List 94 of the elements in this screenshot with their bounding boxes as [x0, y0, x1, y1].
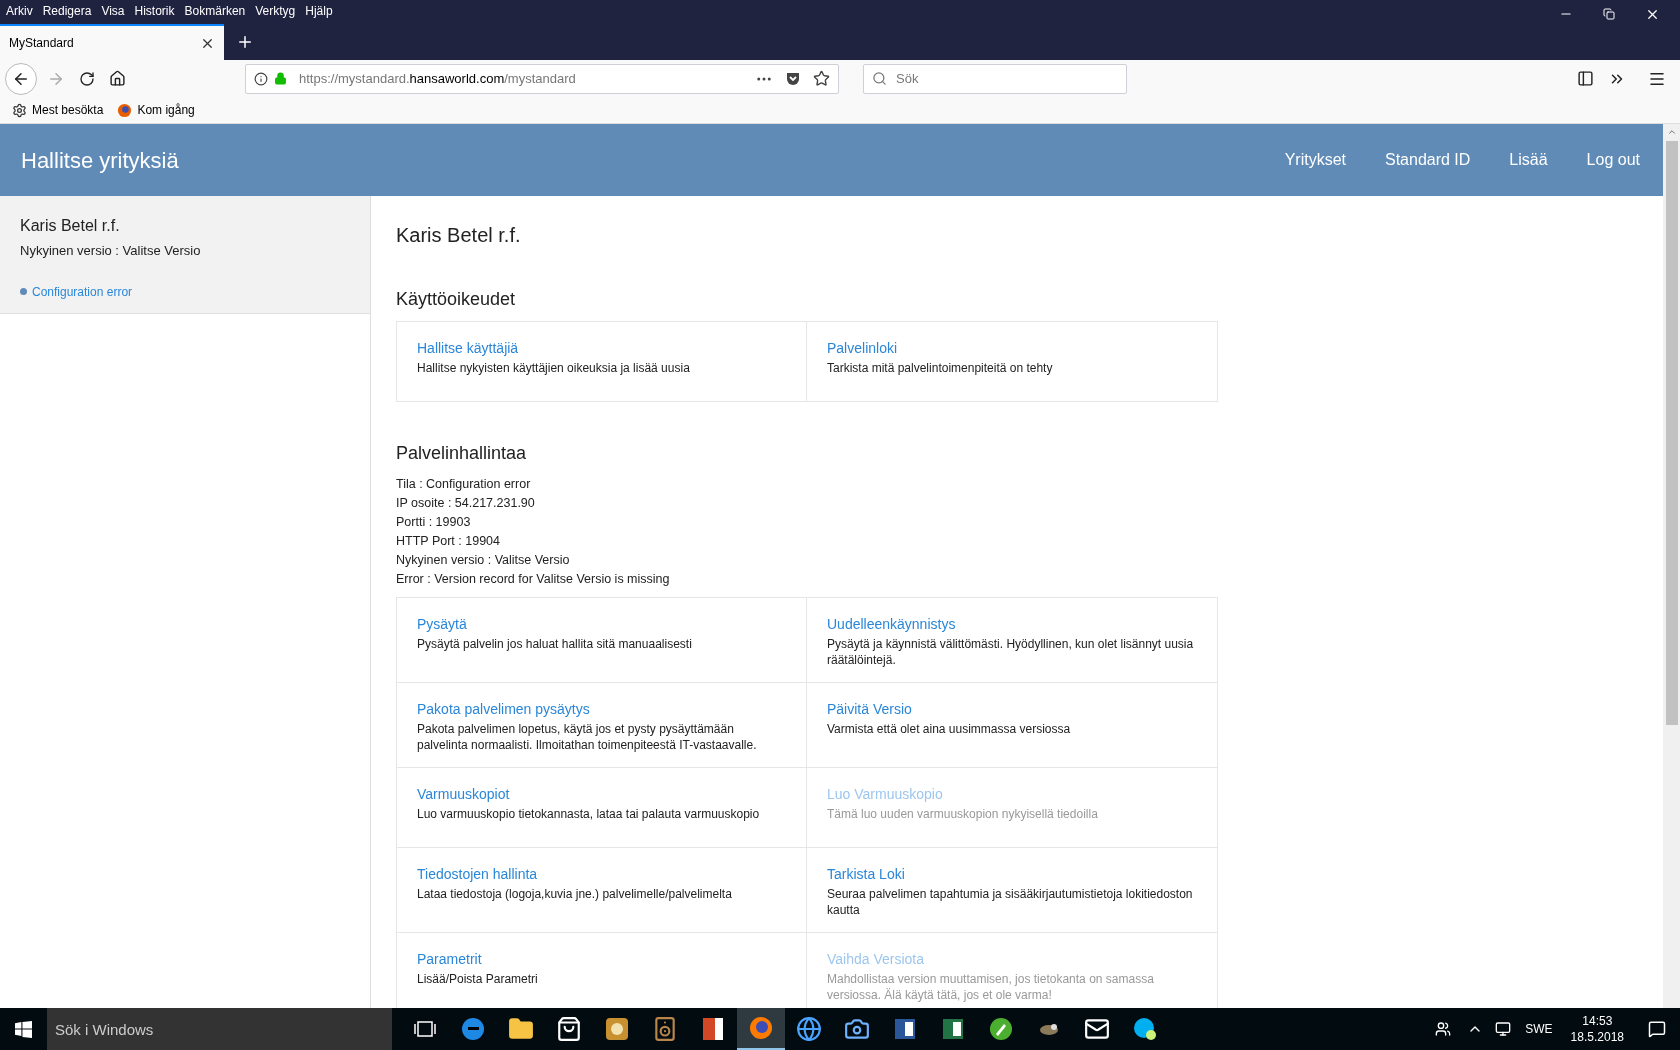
scroll-up-icon[interactable] — [1666, 127, 1677, 137]
card-title: Päivitä Versio — [827, 700, 913, 719]
card-description: Lisää/Poista Parametri — [417, 971, 539, 987]
scroll-thumb[interactable] — [1665, 141, 1678, 725]
gear-icon — [12, 102, 27, 118]
search-field[interactable]: Sök — [863, 63, 1127, 94]
nav-link[interactable]: Log out — [1586, 148, 1640, 172]
folder-icon — [508, 1016, 534, 1042]
info-line: Error : Version record for Valitse Versio is missing — [396, 571, 671, 588]
app-title: Hallitse yrityksiä — [21, 146, 179, 175]
globe-icon — [796, 1016, 822, 1042]
lock-icon — [274, 72, 287, 85]
version-text: Nykyinen versio : Valitse Versio — [20, 242, 202, 260]
card-title: Luo Varmuuskopio — [827, 785, 944, 804]
clock[interactable]: 14:53 18.5.2018 — [1570, 1013, 1624, 1045]
card-title: Tiedostojen hallinta — [417, 865, 539, 884]
people-icon[interactable] — [1435, 1021, 1452, 1037]
mail-icon — [1084, 1016, 1110, 1042]
info-icon[interactable] — [254, 71, 268, 86]
action-card[interactable]: Pakota palvelimen pysäytys Pakota palvelimen lopetus, käytä jos et pysty pysäyttämään palvelinta normaalisti. Ilmoitathan toimenpiteestä IT-vastaavalle. — [397, 683, 807, 768]
shield-icon[interactable] — [785, 70, 801, 87]
language-indicator[interactable]: SWE — [1525, 1020, 1553, 1038]
section-title: Käyttöoikeudet — [396, 288, 517, 311]
network-icon[interactable] — [1495, 1021, 1512, 1037]
sidebar-icon[interactable] — [1577, 70, 1594, 87]
section-title: Palvelinhallintaa — [396, 442, 528, 465]
star-icon[interactable] — [813, 70, 830, 87]
shopping-bag-icon — [556, 1016, 582, 1042]
card-description: Luo varmuuskopio tietokannasta, lataa tai palauta varmuuskopio — [417, 806, 761, 822]
action-card[interactable]: Varmuuskopiot Luo varmuuskopio tietokannasta, lataa tai palauta varmuuskopio — [397, 768, 807, 848]
search-icon — [872, 70, 887, 86]
menu-item[interactable]: Verktyg — [255, 2, 296, 20]
camera-icon — [844, 1016, 870, 1042]
card-title: Parametrit — [417, 950, 483, 969]
back-button[interactable] — [5, 62, 37, 95]
home-icon[interactable] — [109, 70, 126, 87]
card-title: Pysäytä — [417, 615, 468, 634]
status-link[interactable]: Configuration error — [32, 282, 133, 301]
card-title: Hallitse käyttäjiä — [417, 339, 520, 358]
nav-link[interactable]: Yritykset — [1284, 148, 1346, 172]
company-name: Karis Betel r.f. — [20, 216, 121, 236]
card-description: Pysäytä palvelin jos haluat hallita sitä manuaalisesti — [417, 636, 693, 652]
action-card[interactable]: Tiedostojen hallinta Lataa tiedostoja (logoja,kuvia jne.) palvelimelle/palvelimelta — [397, 848, 807, 933]
start-icon[interactable] — [15, 1020, 32, 1038]
browser-tab[interactable]: MyStandard — [0, 24, 224, 60]
card-description: Hallitse nykyisten käyttäjien oikeuksia ja lisää uusia — [417, 360, 691, 376]
menu-item[interactable]: Redigera — [42, 2, 92, 20]
new-tab-icon[interactable] — [236, 33, 254, 51]
card-description: Varmista että olet aina uusimmassa versiossa — [827, 721, 1072, 737]
card-description: Pysäytä ja käynnistä välittömästi. Hyödyllinen, kun olet lisännyt uusia räätälöintejä. — [827, 636, 1195, 668]
action-card[interactable]: Hallitse käyttäjiä Hallitse nykyisten käyttäjien oikeuksia ja lisää uusia — [397, 322, 807, 402]
menu-item[interactable]: Hjälp — [305, 2, 333, 20]
action-card[interactable]: Pysäytä Pysäytä palvelin jos haluat hallita sitä manuaalisesti — [397, 598, 807, 683]
task-view-icon — [414, 1020, 436, 1038]
nav-link[interactable]: Lisää — [1509, 148, 1548, 172]
scrollbar[interactable] — [1663, 124, 1680, 1008]
nav-link[interactable]: Standard ID — [1384, 148, 1471, 172]
chat-icon — [1132, 1016, 1158, 1042]
restore-icon[interactable] — [1603, 8, 1615, 20]
menu-item[interactable]: Arkiv — [6, 2, 33, 20]
card-title: Uudelleenkäynnistys — [827, 615, 957, 634]
card-description: Pakota palvelimen lopetus, käytä jos et pysty pysäyttämään palvelinta normaalisti. Ilmoitathan toimenpiteestä IT-vastaavalle. — [417, 721, 758, 753]
card-title: Tarkista Loki — [827, 865, 906, 884]
card-description: Tarkista mitä palvelintoimenpiteitä on tehty — [827, 360, 1054, 376]
pen-icon — [988, 1016, 1014, 1042]
info-line: IP osoite : 54.217.231.90 — [396, 495, 536, 512]
reload-icon[interactable] — [79, 70, 95, 87]
card-title: Varmuuskopiot — [417, 785, 511, 804]
info-line: Nykyinen versio : Valitse Versio — [396, 552, 571, 569]
slides-icon — [700, 1016, 726, 1042]
card-title: Pakota palvelimen pysäytys — [417, 700, 591, 719]
page-title: Karis Betel r.f. — [396, 223, 522, 248]
menu-item[interactable]: Visa — [101, 2, 125, 20]
menu-item[interactable]: Historik — [134, 2, 175, 20]
notification-icon[interactable] — [1648, 1020, 1666, 1038]
card-description: Mahdollistaa version muuttamisen, jos tietokanta on samassa versiossa. Älä käytä tätä, jos et ole varma! — [827, 971, 1155, 1003]
taskbar-app[interactable] — [737, 1008, 785, 1050]
card-title: Vaihda Versiota — [827, 950, 926, 969]
info-line: Tila : Configuration error — [396, 476, 532, 493]
card-description: Tämä luo uuden varmuuskopion nykyisellä tiedoilla — [827, 806, 1099, 822]
card-description: Seuraa palvelimen tapahtumia ja sisääkirjautumistietoja lokitiedoston kautta — [827, 886, 1194, 918]
taskbar-search-field[interactable]: Sök i Windows — [47, 1008, 392, 1050]
document-icon — [892, 1016, 918, 1042]
info-line: HTTP Port : 19904 — [396, 533, 501, 550]
menu-item[interactable]: Bokmärken — [184, 2, 246, 20]
app-icon — [604, 1016, 630, 1042]
bookmark-link[interactable]: Mest besökta — [12, 101, 104, 119]
address-bar[interactable]: https://mystandard.hansaworld.com/mystandard — [245, 63, 839, 94]
info-line: Portti : 19903 — [396, 514, 472, 531]
card-title: Palvelinloki — [827, 339, 899, 358]
speaker-icon — [652, 1016, 678, 1042]
card-description: Lataa tiedostoja (logoja,kuvia jne.) palvelimelle/palvelimelta — [417, 886, 733, 902]
bookmark-link[interactable]: Kom igång — [117, 101, 195, 119]
spreadsheet-icon — [940, 1016, 966, 1042]
